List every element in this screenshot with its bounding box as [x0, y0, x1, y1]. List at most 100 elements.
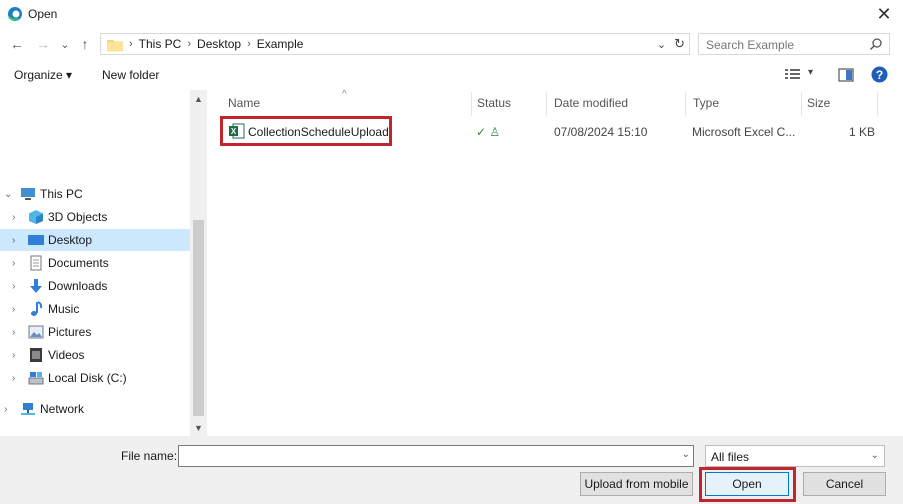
address-dropdown-icon[interactable]: ⌄	[657, 38, 666, 51]
view-options-button[interactable]: ▾	[784, 67, 816, 83]
breadcrumb-example[interactable]: Example	[257, 37, 304, 51]
folder-icon	[107, 38, 123, 52]
help-icon[interactable]: ?	[871, 66, 888, 83]
column-header-name[interactable]: Name	[228, 96, 260, 110]
refresh-icon[interactable]: ↻	[674, 36, 685, 52]
organize-button[interactable]: Organize ▾	[14, 68, 72, 82]
address-bar[interactable]: › This PC › Desktop › Example ⌄ ↻	[100, 33, 690, 55]
sidebar-item-music[interactable]: › Music	[0, 298, 190, 320]
sidebar-item-label: Downloads	[48, 279, 108, 293]
forward-button[interactable]: →	[34, 34, 52, 54]
sidebar-item-this-pc[interactable]: ⌄ This PC	[0, 183, 190, 205]
column-divider[interactable]	[801, 92, 802, 116]
title-bar: Open ✕	[0, 0, 903, 28]
column-header-type[interactable]: Type	[693, 96, 719, 110]
up-button[interactable]: ↑	[76, 34, 94, 54]
sidebar-item-videos[interactable]: › Videos	[0, 344, 190, 366]
command-bar: Organize ▾ New folder ▾ ?	[0, 62, 903, 88]
file-type: Microsoft Excel C...	[692, 125, 796, 139]
chevron-down-icon[interactable]: ⌄	[4, 189, 12, 200]
document-icon	[30, 255, 42, 271]
column-header-status[interactable]: Status	[477, 96, 511, 110]
annotation-highlight-file	[220, 116, 392, 146]
disk-icon	[28, 372, 44, 385]
scrollbar-thumb[interactable]	[193, 220, 204, 416]
column-divider[interactable]	[877, 92, 878, 116]
chevron-right-icon[interactable]: ›	[12, 350, 15, 361]
chevron-right-icon[interactable]: ›	[12, 304, 15, 315]
back-button[interactable]: ←	[8, 34, 26, 54]
download-icon	[30, 279, 42, 293]
window-title: Open	[28, 7, 58, 21]
chevron-right-icon[interactable]: ›	[12, 212, 15, 223]
sidebar-item-label: Videos	[48, 348, 85, 362]
navigation-scrollbar[interactable]: ▲ ▼	[190, 90, 207, 436]
svg-text:?: ?	[876, 68, 883, 82]
scroll-up-icon[interactable]: ▲	[190, 90, 207, 107]
breadcrumb-this-pc[interactable]: This PC	[139, 37, 182, 51]
details-view-icon	[785, 69, 800, 79]
chevron-right-icon[interactable]: ›	[12, 258, 15, 269]
close-button[interactable]: ✕	[871, 2, 897, 26]
breadcrumb-separator: ›	[129, 38, 133, 50]
breadcrumb-separator: ›	[247, 38, 251, 50]
sidebar-item-label: Pictures	[48, 325, 92, 339]
search-icon[interactable]	[869, 37, 883, 51]
chevron-down-icon: ⌄	[870, 450, 879, 461]
column-divider[interactable]	[471, 92, 472, 116]
file-date-modified: 07/08/2024 15:10	[554, 125, 648, 139]
sidebar-item-label: Documents	[48, 256, 109, 270]
chevron-right-icon[interactable]: ›	[12, 373, 15, 384]
sidebar-item-desktop[interactable]: › Desktop	[0, 229, 190, 251]
chevron-down-icon: ▾	[808, 67, 814, 78]
cancel-button[interactable]: Cancel	[803, 472, 886, 496]
sidebar-item-label: Desktop	[48, 233, 93, 247]
scroll-down-icon[interactable]: ▼	[190, 419, 207, 436]
desktop-icon	[28, 235, 44, 245]
file-name-label: File name:	[121, 449, 178, 463]
sidebar-item-local-disk[interactable]: › Local Disk (C:)	[0, 367, 190, 389]
up-arrow-icon: ↑	[81, 36, 89, 52]
file-status: ✓ ♙	[476, 125, 501, 139]
chevron-down-icon: ⌄	[60, 38, 70, 51]
edge-icon	[8, 7, 22, 21]
search-input[interactable]: Search Example	[706, 38, 794, 52]
breadcrumb-desktop[interactable]: Desktop	[197, 37, 241, 51]
cube-icon	[29, 210, 43, 224]
annotation-highlight-open	[699, 467, 796, 502]
music-icon	[31, 301, 43, 316]
picture-icon	[28, 325, 44, 339]
chevron-down-icon[interactable]: ⌄	[682, 449, 690, 460]
file-size: 1 KB	[849, 125, 876, 139]
sort-ascending-icon: ^	[342, 89, 347, 100]
network-icon	[21, 403, 35, 415]
chevron-right-icon[interactable]: ›	[4, 404, 7, 415]
file-name-input[interactable]: ⌄	[178, 445, 694, 467]
sidebar-item-downloads[interactable]: › Downloads	[0, 275, 190, 297]
new-folder-button[interactable]: New folder	[102, 68, 159, 82]
column-divider[interactable]	[546, 92, 547, 116]
close-icon: ✕	[876, 3, 892, 24]
column-header-size[interactable]: Size	[807, 96, 830, 110]
chevron-right-icon[interactable]: ›	[12, 235, 15, 246]
sidebar-item-label: This PC	[40, 187, 83, 201]
search-box[interactable]: Search Example	[698, 33, 890, 55]
sidebar-item-documents[interactable]: › Documents	[0, 252, 190, 274]
upload-from-mobile-button[interactable]: Upload from mobile	[580, 472, 693, 496]
chevron-right-icon[interactable]: ›	[12, 281, 15, 292]
sidebar-item-3d-objects[interactable]: › 3D Objects	[0, 206, 190, 228]
sidebar-item-pictures[interactable]: › Pictures	[0, 321, 190, 343]
file-type-filter[interactable]: All files ⌄	[705, 445, 885, 467]
column-header-date-modified[interactable]: Date modified	[554, 96, 628, 110]
file-type-filter-value: All files	[711, 450, 750, 464]
sidebar-item-label: 3D Objects	[48, 210, 108, 224]
recent-locations-button[interactable]: ⌄	[58, 34, 72, 54]
forward-arrow-icon: →	[36, 36, 50, 52]
column-divider[interactable]	[685, 92, 686, 116]
preview-pane-icon[interactable]	[838, 68, 854, 82]
sidebar-item-label: Music	[48, 302, 80, 316]
sidebar-item-network[interactable]: › Network	[0, 398, 190, 420]
chevron-right-icon[interactable]: ›	[12, 327, 15, 338]
pc-icon	[21, 188, 35, 200]
breadcrumb-separator: ›	[187, 38, 192, 50]
